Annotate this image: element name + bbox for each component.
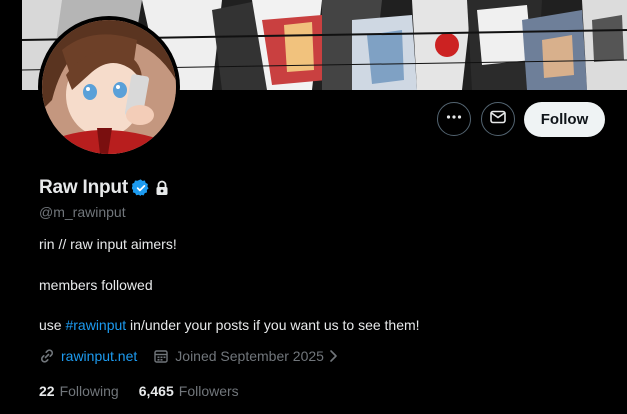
- link-icon: [39, 348, 55, 364]
- bio-text: use: [39, 317, 66, 333]
- message-button[interactable]: [481, 102, 515, 136]
- follow-button[interactable]: Follow: [524, 102, 605, 137]
- profile-meta: rawinput.net Joined September 2025: [39, 348, 338, 364]
- chevron-right-icon[interactable]: [328, 349, 338, 363]
- avatar-image: [42, 20, 176, 154]
- avatar[interactable]: [38, 16, 180, 158]
- bio-text: in/under your posts if you want us to se…: [126, 317, 420, 333]
- mail-icon: [489, 108, 507, 131]
- verified-badge-icon[interactable]: [131, 179, 150, 197]
- calendar-icon: [153, 348, 169, 364]
- display-name: Raw Input: [39, 177, 128, 198]
- followers-link[interactable]: 6,465 Followers: [139, 383, 239, 399]
- more-button[interactable]: [437, 102, 471, 136]
- hashtag-link[interactable]: #rawinput: [65, 317, 126, 333]
- bio-line-1: rin // raw input aimers!: [39, 236, 177, 252]
- bio-line-2: members followed: [39, 277, 153, 293]
- bio-line-3: use #rawinput in/under your posts if you…: [39, 317, 420, 333]
- joined-date: Joined September 2025: [175, 348, 324, 364]
- handle: @m_rawinput: [39, 204, 126, 220]
- following-label: Following: [59, 383, 119, 399]
- more-icon: [445, 108, 463, 131]
- following-count: 22: [39, 383, 55, 399]
- following-link[interactable]: 22 Following: [39, 383, 119, 399]
- website-link[interactable]: rawinput.net: [61, 348, 137, 364]
- followers-count: 6,465: [138, 383, 174, 399]
- follow-stats: 22 Following 6,465 Followers: [39, 383, 239, 399]
- lock-icon: [155, 180, 169, 196]
- name-row: Raw Input: [39, 176, 169, 200]
- followers-label: Followers: [178, 383, 239, 399]
